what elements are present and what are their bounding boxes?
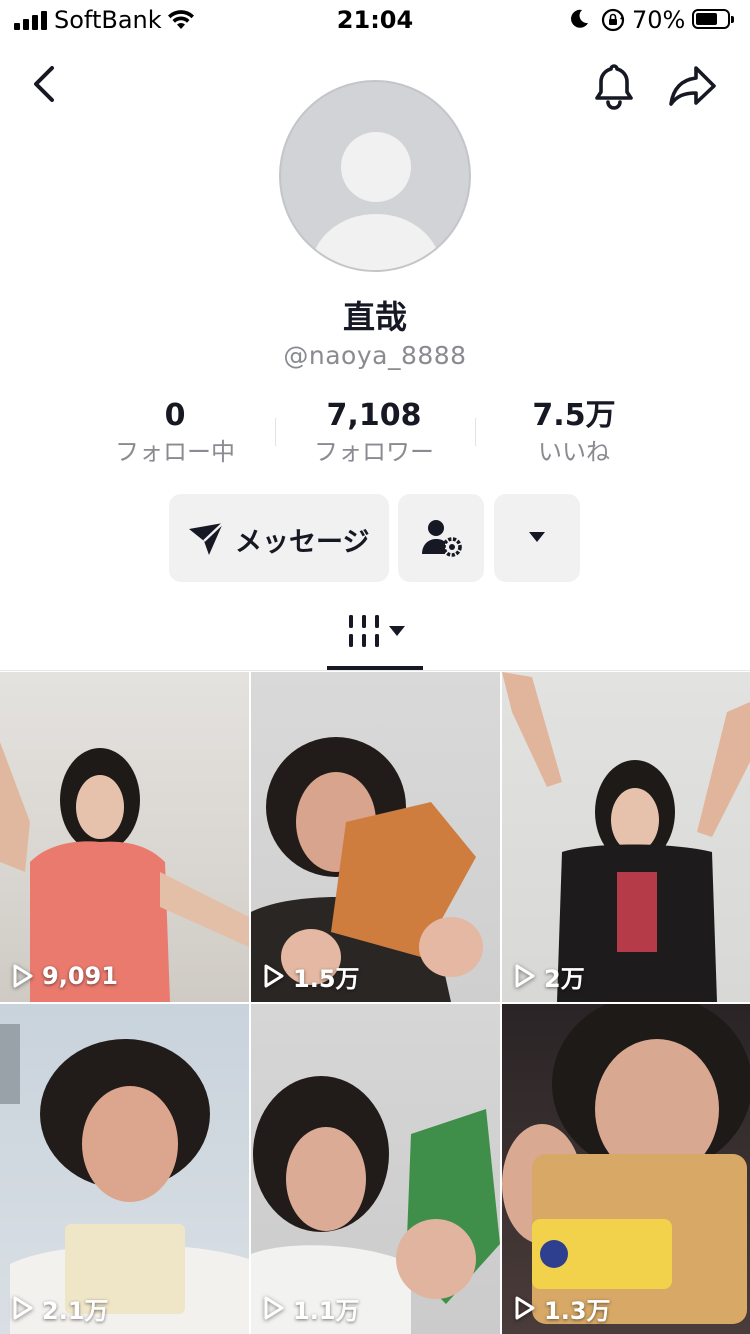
stat-followers-label: フォロワー (314, 438, 434, 466)
play-icon (13, 964, 33, 988)
caret-down-icon (529, 532, 545, 542)
paper-plane-icon (189, 522, 224, 555)
video-preview-image (251, 1076, 500, 1334)
stat-followers-value: 7,108 (326, 398, 422, 433)
view-count: 1.1万 (263, 1292, 360, 1325)
notification-bell-button[interactable] (588, 60, 640, 112)
username: @naoya_8888 (283, 341, 467, 370)
video-thumbnail[interactable]: 2万 (502, 672, 750, 1002)
user-gear-icon (422, 520, 462, 557)
view-count: 2.1万 (12, 1292, 109, 1325)
video-thumbnail[interactable]: 2.1万 (0, 1004, 249, 1334)
video-preview-image (251, 737, 483, 1002)
video-thumbnail[interactable]: 1.3万 (502, 1004, 750, 1334)
video-thumbnail[interactable]: 1.5万 (251, 672, 500, 1002)
view-count-value: 9,091 (42, 962, 118, 990)
view-count: 9,091 (12, 960, 118, 992)
video-thumbnail[interactable]: 9,091 (0, 672, 249, 1002)
avatar[interactable] (279, 80, 471, 272)
stat-likes-label: いいね (538, 438, 610, 466)
tab-videos[interactable] (346, 612, 412, 652)
stat-following-label: フォロー中 (115, 438, 235, 466)
view-count-value: 2万 (544, 964, 585, 993)
battery-icon (692, 9, 734, 29)
view-count-value: 2.1万 (42, 1296, 109, 1325)
user-settings-button[interactable] (398, 494, 484, 582)
back-button[interactable] (24, 62, 68, 106)
video-thumbnail[interactable]: 1.1万 (251, 1004, 500, 1334)
video-preview-image (502, 672, 750, 1002)
avatar-body-placeholder (311, 214, 441, 270)
grid-columns-icon (349, 615, 379, 647)
more-options-button[interactable] (494, 494, 580, 582)
status-bar: SoftBank 21:04 70% (0, 0, 750, 42)
do-not-disturb-icon (571, 9, 588, 28)
tab-divider (0, 670, 750, 671)
view-count: 1.3万 (514, 1292, 611, 1325)
share-button[interactable] (666, 60, 720, 112)
play-icon (13, 1296, 33, 1320)
play-icon (515, 1296, 535, 1320)
view-count-value: 1.3万 (544, 1296, 611, 1325)
video-preview-image (502, 1004, 750, 1324)
rotation-lock-icon (601, 8, 625, 32)
message-button[interactable]: メッセージ (169, 494, 389, 582)
battery-percent: 70% (632, 6, 686, 34)
video-preview-image (0, 742, 249, 1002)
message-button-label: メッセージ (235, 527, 370, 558)
play-icon (515, 964, 535, 988)
view-count-value: 1.1万 (293, 1296, 360, 1325)
display-name: 直哉 (342, 298, 407, 336)
chevron-left-icon (34, 66, 54, 102)
play-icon (264, 1296, 284, 1320)
stat-following[interactable]: 0 フォロー中 (75, 396, 275, 468)
share-arrow-icon (669, 66, 716, 106)
view-count-value: 1.5万 (293, 964, 360, 993)
avatar-head-placeholder (341, 132, 411, 202)
stat-followers[interactable]: 7,108 フォロワー (274, 396, 474, 468)
video-preview-image (0, 1024, 249, 1334)
bell-icon (595, 64, 633, 110)
view-count: 1.5万 (263, 960, 360, 993)
view-count: 2万 (514, 960, 585, 993)
stat-following-value: 0 (164, 398, 186, 433)
stat-likes[interactable]: 7.5万 いいね (474, 396, 674, 468)
caret-down-icon (389, 626, 405, 636)
play-icon (264, 964, 284, 988)
stat-likes-value: 7.5万 (532, 398, 616, 433)
